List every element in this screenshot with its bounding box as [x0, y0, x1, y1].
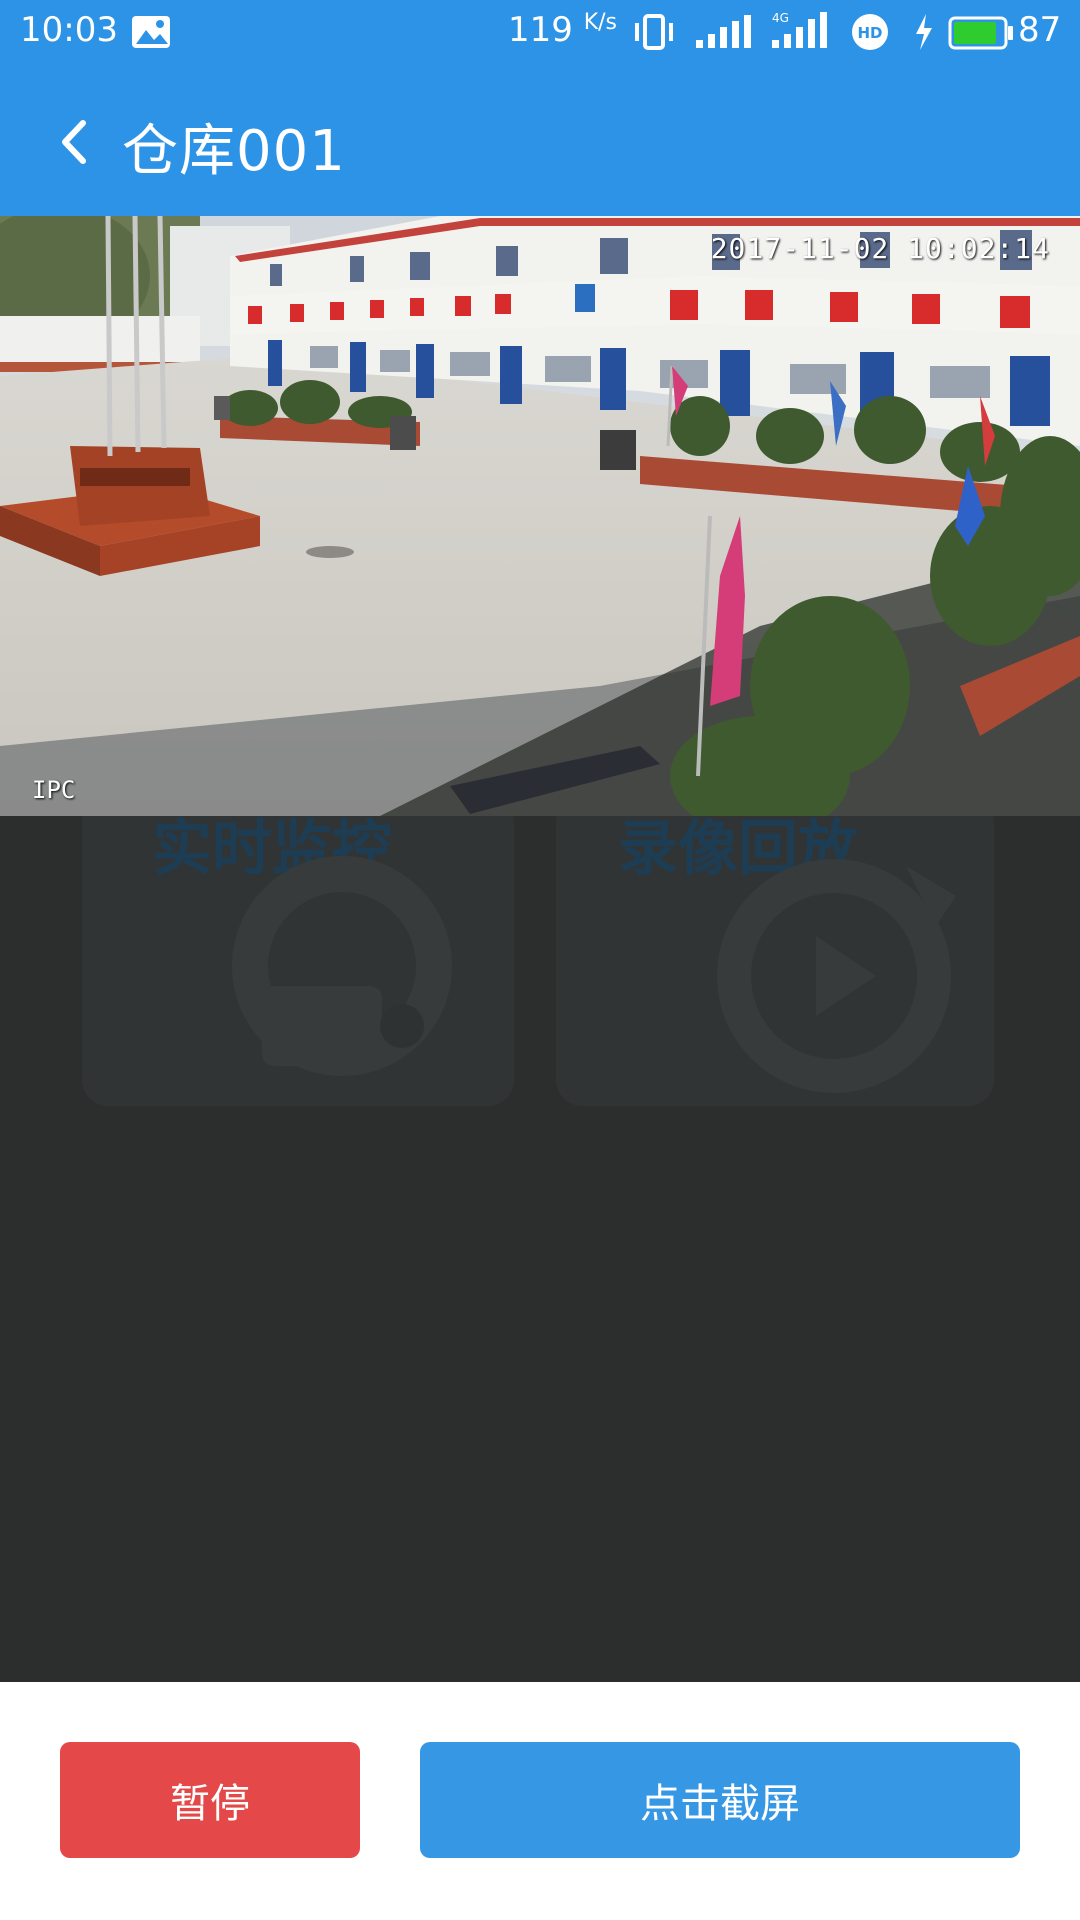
play-circle-icon [717, 859, 956, 1093]
action-bar: 暂停 点击截屏 [0, 1682, 1080, 1920]
camera-feed-image [0, 216, 1080, 816]
screenshot-button[interactable]: 点击截屏 [420, 1742, 1020, 1858]
camera-tag: IPC [32, 776, 76, 804]
hd-voice-icon: HD [852, 14, 888, 50]
battery-icon [948, 16, 1013, 50]
title-bar: 仓库001 [0, 64, 1080, 216]
network-speed: 119 K/s [508, 10, 618, 50]
svg-text:HD: HD [857, 24, 882, 42]
battery-percent: 87 [1018, 10, 1062, 50]
status-time: 10:03 [20, 10, 118, 50]
camera-icon [232, 856, 452, 1076]
svg-text:4G: 4G [772, 11, 789, 25]
back-button[interactable] [46, 110, 102, 174]
dim-overlay: 实时监控 录像回放 [0, 816, 1080, 1682]
live-monitor-card: 实时监控 [82, 816, 514, 1106]
status-bar: 10:03 119 K/s 4G HD 87 [0, 0, 1080, 64]
vibrate-icon [635, 14, 673, 50]
signal-icon [696, 15, 751, 48]
charging-icon [916, 14, 932, 50]
top-bar: 10:03 119 K/s 4G HD 87 仓库001 [0, 0, 1080, 216]
video-player[interactable]: 2017-11-02 10:02:14 IPC [0, 216, 1080, 816]
page-title: 仓库001 [122, 119, 346, 184]
playback-card: 录像回放 [556, 816, 994, 1106]
chevron-left-icon [62, 120, 86, 164]
gallery-icon [132, 16, 170, 48]
pause-button[interactable]: 暂停 [60, 1742, 360, 1858]
signal-4g-icon: 4G [772, 11, 827, 48]
video-timestamp: 2017-11-02 10:02:14 [710, 232, 1050, 265]
